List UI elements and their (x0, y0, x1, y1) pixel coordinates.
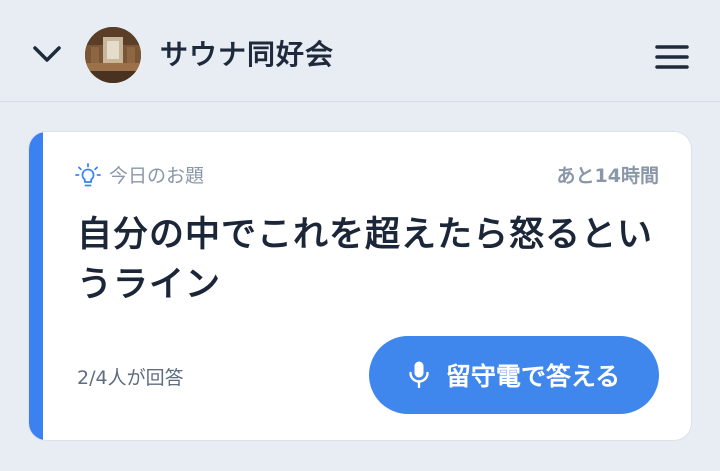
microphone-icon (409, 361, 429, 389)
daily-topic-card[interactable]: 今日のお題 あと14時間 自分の中でこれを超えたら怒るというライン 2/4人が回… (28, 131, 692, 441)
lightbulb-icon (75, 163, 101, 187)
answered-count: 2/4人が回答 (77, 367, 184, 389)
topic-label: 今日のお題 (109, 165, 205, 187)
chevron-down-icon (33, 46, 61, 62)
card-accent-bar (29, 132, 43, 440)
hamburger-menu-icon (655, 45, 689, 69)
app-screen: サウナ同好会 今日のお題 あと14時間 自分の中でこれを超えたら怒るというライン… (0, 0, 720, 471)
collapse-button[interactable] (26, 36, 68, 72)
topic-question: 自分の中でこれを超えたら怒るというライン (77, 215, 654, 305)
topic-label-row: 今日のお題 (75, 162, 204, 190)
group-avatar[interactable] (85, 27, 141, 83)
answer-button-label: 留守電で答える (445, 362, 621, 391)
time-remaining: あと14時間 (556, 165, 659, 187)
group-name: サウナ同好会 (160, 38, 335, 71)
voicemail-answer-button[interactable]: 留守電で答える (369, 336, 659, 414)
sauna-room-photo (85, 27, 141, 83)
group-header: サウナ同好会 (0, 0, 720, 102)
menu-button[interactable] (650, 40, 694, 74)
